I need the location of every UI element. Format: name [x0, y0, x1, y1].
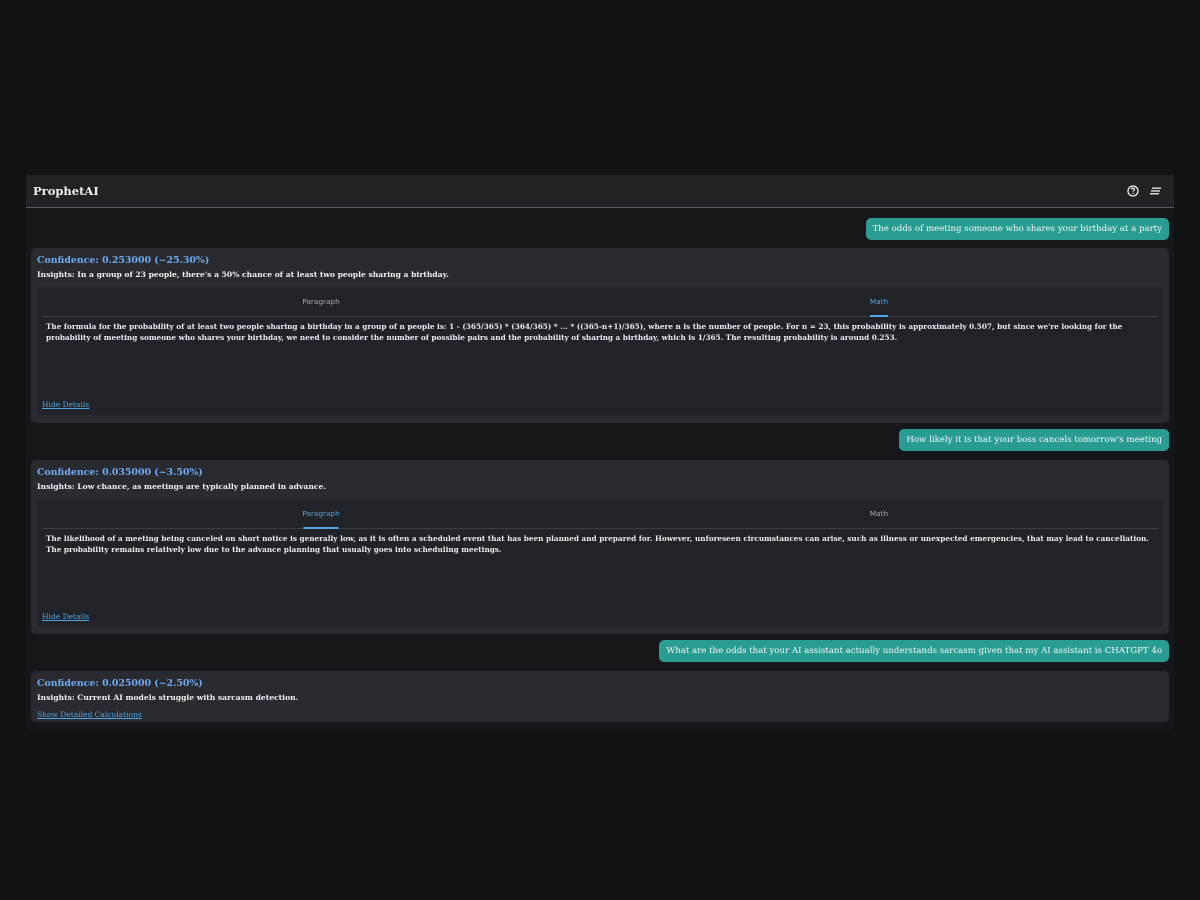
menu-icon[interactable] — [1149, 185, 1162, 198]
tab-paragraph[interactable]: Paragraph — [42, 499, 600, 528]
confidence-value: Confidence: 0.035000 (~3.50%) — [37, 467, 203, 478]
detail-text: The likelihood of a meeting being cancel… — [46, 534, 1149, 554]
hide-details-link[interactable]: Hide Details — [42, 612, 89, 621]
show-details-link[interactable]: Show Detailed Calculations — [37, 710, 142, 719]
confidence-value: Confidence: 0.253000 (~25.30%) — [37, 255, 210, 266]
insights-text: Insights: In a group of 23 people, there… — [37, 270, 449, 279]
tab-paragraph[interactable]: Paragraph — [42, 287, 600, 316]
confidence-value: Confidence: 0.025000 (~2.50%) — [37, 678, 203, 689]
insights-text: Insights: Low chance, as meetings are ty… — [37, 482, 326, 491]
prediction-card: Confidence: 0.025000 (~2.50%) Insights: … — [31, 671, 1169, 722]
user-message-bubble: What are the odds that your AI assistant… — [659, 640, 1169, 662]
tab-math[interactable]: Math — [600, 499, 1158, 528]
chat-window: ProphetAI The odds of meeting someone wh… — [26, 175, 1174, 730]
insights-text: Insights: Current AI models struggle wit… — [37, 693, 299, 702]
detail-text: The formula for the probability of at le… — [46, 322, 1123, 342]
hide-details-link[interactable]: Hide Details — [42, 400, 89, 409]
help-circle-icon[interactable] — [1126, 185, 1139, 198]
details-panel: Paragraph Math The likelihood of a meeti… — [37, 499, 1163, 627]
user-message-bubble: The odds of meeting someone who shares y… — [865, 218, 1169, 240]
user-message-bubble: How likely it is that your boss cancels … — [899, 429, 1169, 451]
top-bar-actions — [1126, 185, 1162, 198]
details-tabs: Paragraph Math — [42, 287, 1158, 317]
details-tabs: Paragraph Math — [42, 499, 1158, 529]
details-panel: Paragraph Math The formula for the proba… — [37, 287, 1163, 415]
app-title: ProphetAI — [33, 184, 99, 198]
prediction-card: Confidence: 0.253000 (~25.30%) Insights:… — [31, 248, 1169, 423]
top-bar: ProphetAI — [26, 175, 1174, 208]
prediction-card: Confidence: 0.035000 (~3.50%) Insights: … — [31, 460, 1169, 634]
tab-math[interactable]: Math — [600, 287, 1158, 316]
